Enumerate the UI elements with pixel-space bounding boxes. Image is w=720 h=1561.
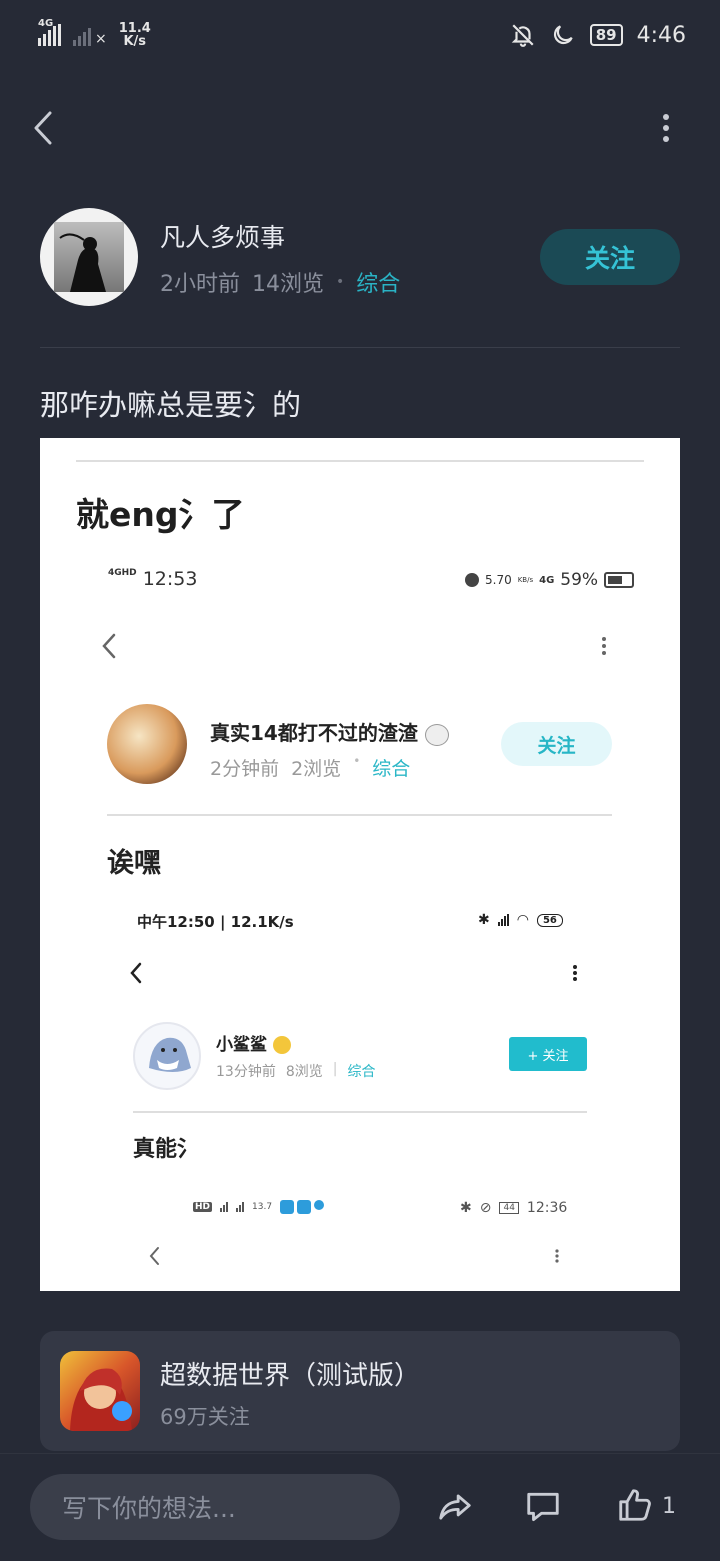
image-signal-3b — [236, 1202, 245, 1212]
image-battery-2: 56 — [536, 913, 563, 927]
image-meta-1: 2分钟前 2浏览 • 综合 — [210, 754, 410, 781]
battery-icon — [604, 572, 635, 588]
image-time-ago-1: 2分钟前 — [210, 758, 280, 780]
cow-emoji-icon — [424, 723, 449, 746]
bluetooth-icon: ✱ — [478, 912, 490, 928]
separator-dot: • — [336, 274, 345, 290]
status-time: 4:46 — [636, 22, 686, 48]
image-status-right-3: ✱ ⊘ 44 12:36 — [460, 1200, 567, 1216]
share-icon[interactable] — [436, 1488, 474, 1526]
image-network-1: 4GHD — [108, 568, 137, 578]
follow-button[interactable]: 关注 — [540, 229, 680, 285]
moon-icon — [553, 25, 573, 45]
image-back-icon-2 — [130, 962, 142, 984]
crying-emoji-icon — [272, 1036, 291, 1054]
post-meta: 2小时前 14浏览 • 综合 — [160, 266, 400, 298]
image-back-icon — [102, 633, 116, 659]
image-status-time-2: 中午12:50 | 12.1K/s — [137, 913, 294, 931]
community-followers: 69万关注 — [160, 1405, 250, 1429]
image-more-icon-2 — [573, 965, 577, 981]
signal-2-icon: × — [73, 24, 107, 46]
mute-icon: ⊘ — [479, 1200, 492, 1216]
image-speed-3: 13.7 — [252, 1202, 273, 1212]
app-icons — [280, 1200, 325, 1214]
image-back-icon-3 — [149, 1247, 159, 1265]
image-divider-top — [76, 460, 644, 462]
post-image[interactable]: 就eng氵了 4GHD 12:53 5.70 KB/s 4G 59% 真实14都… — [40, 438, 680, 1291]
status-right: 89 4:46 — [510, 22, 686, 48]
image-speed-unit-1: KB/s — [517, 576, 534, 584]
status-left: 4G × 11.4 K/s — [38, 18, 151, 48]
post-time: 2小时前 — [160, 272, 240, 297]
battery-indicator: 89 — [589, 24, 623, 46]
image-divider-2 — [133, 1111, 587, 1113]
image-title-1: 就eng氵了 — [76, 495, 245, 534]
image-battery-1: 59% — [560, 570, 599, 590]
image-time-ago-2: 13分钟前 — [216, 1064, 276, 1080]
image-author-1-text: 真实14都打不过的渣渣 — [210, 721, 418, 745]
bluetooth-icon-3: ✱ — [460, 1200, 472, 1216]
image-more-icon — [602, 637, 606, 655]
wifi-icon: ◠ — [516, 912, 529, 928]
image-meta-2: 13分钟前 8浏览 | 综合 — [216, 1061, 375, 1081]
image-title-3: 真能氵 — [133, 1137, 200, 1162]
status-bar: 4G × 11.4 K/s 89 4:46 — [0, 0, 720, 72]
image-status-right-2: ✱ ◠ 56 — [478, 912, 563, 928]
image-follow-1: 关注 — [501, 722, 612, 766]
image-divider-1 — [107, 814, 612, 816]
image-hd-3: HD — [193, 1202, 213, 1212]
comment-icon[interactable] — [524, 1488, 562, 1526]
image-speed-1: 5.70 — [485, 573, 512, 587]
image-avatar-2 — [133, 1022, 201, 1090]
image-network2-1: 4G — [539, 574, 555, 586]
comment-input[interactable]: 写下你的想法... — [30, 1474, 400, 1540]
speed-unit: K/s — [123, 34, 147, 49]
image-sep-2: | — [332, 1061, 338, 1077]
alarm-icon — [465, 573, 479, 587]
bottom-bar: 写下你的想法... 1 — [0, 1453, 720, 1561]
image-views-2: 8浏览 — [285, 1064, 323, 1080]
like-count: 1 — [662, 1494, 676, 1519]
image-category-1: 综合 — [372, 758, 411, 780]
post-text: 那咋办嘛总是要氵的 — [40, 388, 302, 422]
image-time-3: 12:36 — [526, 1200, 568, 1216]
back-icon[interactable] — [30, 108, 60, 148]
author-name[interactable]: 凡人多烦事 — [160, 218, 285, 254]
author-avatar[interactable] — [40, 208, 138, 306]
image-avatar-1 — [107, 704, 187, 784]
image-dot-1: • — [353, 754, 361, 768]
community-card[interactable]: 超数据世界（测试版） 69万关注 — [40, 1331, 680, 1451]
image-author-1: 真实14都打不过的渣渣 — [210, 717, 449, 746]
signal-icon: 4G — [38, 18, 61, 46]
post-category[interactable]: 综合 — [356, 266, 400, 298]
image-follow-2: + 关注 — [509, 1037, 587, 1071]
signal-icon-small — [497, 914, 509, 926]
post-views: 14浏览 — [252, 272, 324, 297]
community-icon — [60, 1351, 140, 1431]
bell-off-icon — [511, 24, 534, 47]
more-icon[interactable] — [654, 112, 678, 144]
divider — [40, 347, 680, 348]
image-status-time-1: 4GHD 12:53 — [108, 568, 197, 590]
image-author-2-text: 小鲨鲨 — [216, 1035, 267, 1055]
image-views-1: 2浏览 — [291, 758, 342, 780]
network-type: 4G — [38, 18, 54, 29]
image-signal-3 — [220, 1202, 229, 1212]
like-icon[interactable] — [616, 1486, 654, 1524]
image-title-2: 诶嘿 — [107, 848, 161, 879]
image-status-right-1: 5.70 KB/s 4G 59% — [465, 570, 635, 590]
image-time-1: 12:53 — [142, 568, 198, 590]
image-more-icon-3 — [555, 1249, 559, 1263]
network-speed: 11.4 K/s — [119, 22, 151, 48]
image-category-2: 综合 — [347, 1064, 376, 1080]
community-name: 超数据世界（测试版） — [160, 1361, 421, 1391]
image-battery-3: 44 — [499, 1202, 519, 1214]
image-author-2: 小鲨鲨 — [216, 1030, 291, 1055]
image-status-left-3: HD 13.7 — [193, 1200, 325, 1214]
